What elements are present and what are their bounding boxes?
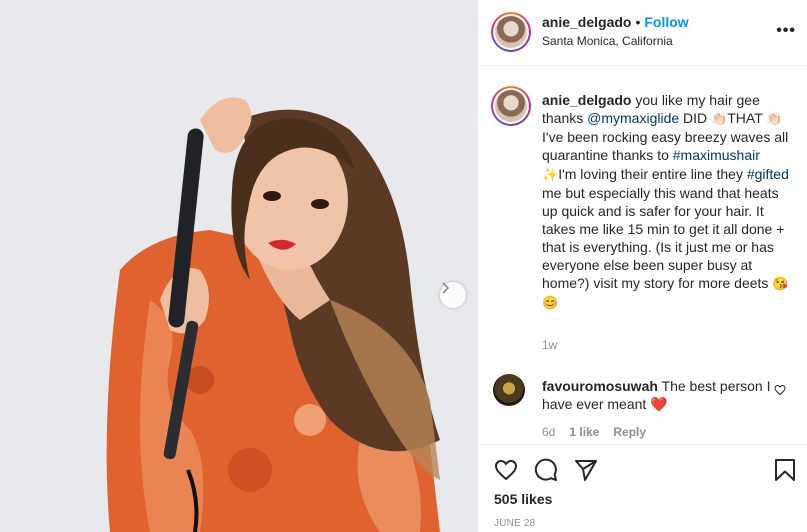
post-date[interactable]: JUNE 28 xyxy=(494,518,535,529)
author-username[interactable]: anie_delgado xyxy=(542,14,631,30)
post-side-panel: anie_delgado • Follow Santa Monica, Cali… xyxy=(477,0,807,532)
commenter-avatar[interactable] xyxy=(493,374,525,406)
clap-emoji: 👏🏻 xyxy=(711,111,728,126)
comment-body: favouromosuwah The best person I have ev… xyxy=(542,377,772,413)
caption-text: I'm loving their entire line they xyxy=(558,166,747,182)
post-location[interactable]: Santa Monica, California xyxy=(542,34,673,48)
action-bar: 505 likes JUNE 28 xyxy=(478,444,807,532)
comment-timestamp[interactable]: 6d xyxy=(542,425,555,439)
comment-icon[interactable] xyxy=(534,458,558,482)
heart-outline-icon[interactable] xyxy=(774,384,786,396)
bookmark-icon[interactable] xyxy=(774,458,796,482)
caption-text: me but especially this wand that heats u… xyxy=(542,185,785,291)
send-icon[interactable] xyxy=(574,458,598,482)
red-heart-emoji: ❤️ xyxy=(650,396,668,412)
author-avatar[interactable] xyxy=(491,12,531,52)
chevron-right-icon xyxy=(442,282,450,294)
clap-emoji: 👏🏻 xyxy=(766,111,783,126)
like-count[interactable]: 505 likes xyxy=(494,491,552,507)
caption-username[interactable]: anie_delgado xyxy=(542,92,631,108)
mention-link[interactable]: @mymaxiglide xyxy=(587,110,679,126)
more-options-icon[interactable]: ••• xyxy=(776,22,796,40)
comments-area: anie_delgado you like my hair gee thanks… xyxy=(478,66,807,444)
commenter-username[interactable]: favouromosuwah xyxy=(542,378,658,394)
sparkles-emoji: ✨ xyxy=(542,167,559,182)
separator-dot: • xyxy=(635,14,641,30)
caption-text: DID xyxy=(679,110,712,126)
post-photo[interactable] xyxy=(0,0,477,532)
post-header: anie_delgado • Follow Santa Monica, Cali… xyxy=(478,0,807,66)
reply-button[interactable]: Reply xyxy=(613,425,646,439)
caption-author-avatar[interactable] xyxy=(491,86,531,126)
hashtag-link[interactable]: #maximushair xyxy=(673,147,760,163)
hashtag-link[interactable]: #gifted xyxy=(747,166,789,182)
caption-text: THAT xyxy=(727,110,767,126)
follow-button[interactable]: Follow xyxy=(644,14,688,30)
caption-timestamp[interactable]: 1w xyxy=(542,338,557,352)
photo-illustration xyxy=(0,0,477,532)
comment-like-count[interactable]: 1 like xyxy=(569,425,599,439)
post-caption: anie_delgado you like my hair gee thanks… xyxy=(542,91,792,312)
next-photo-button[interactable] xyxy=(440,282,466,308)
heart-icon[interactable] xyxy=(494,458,518,482)
